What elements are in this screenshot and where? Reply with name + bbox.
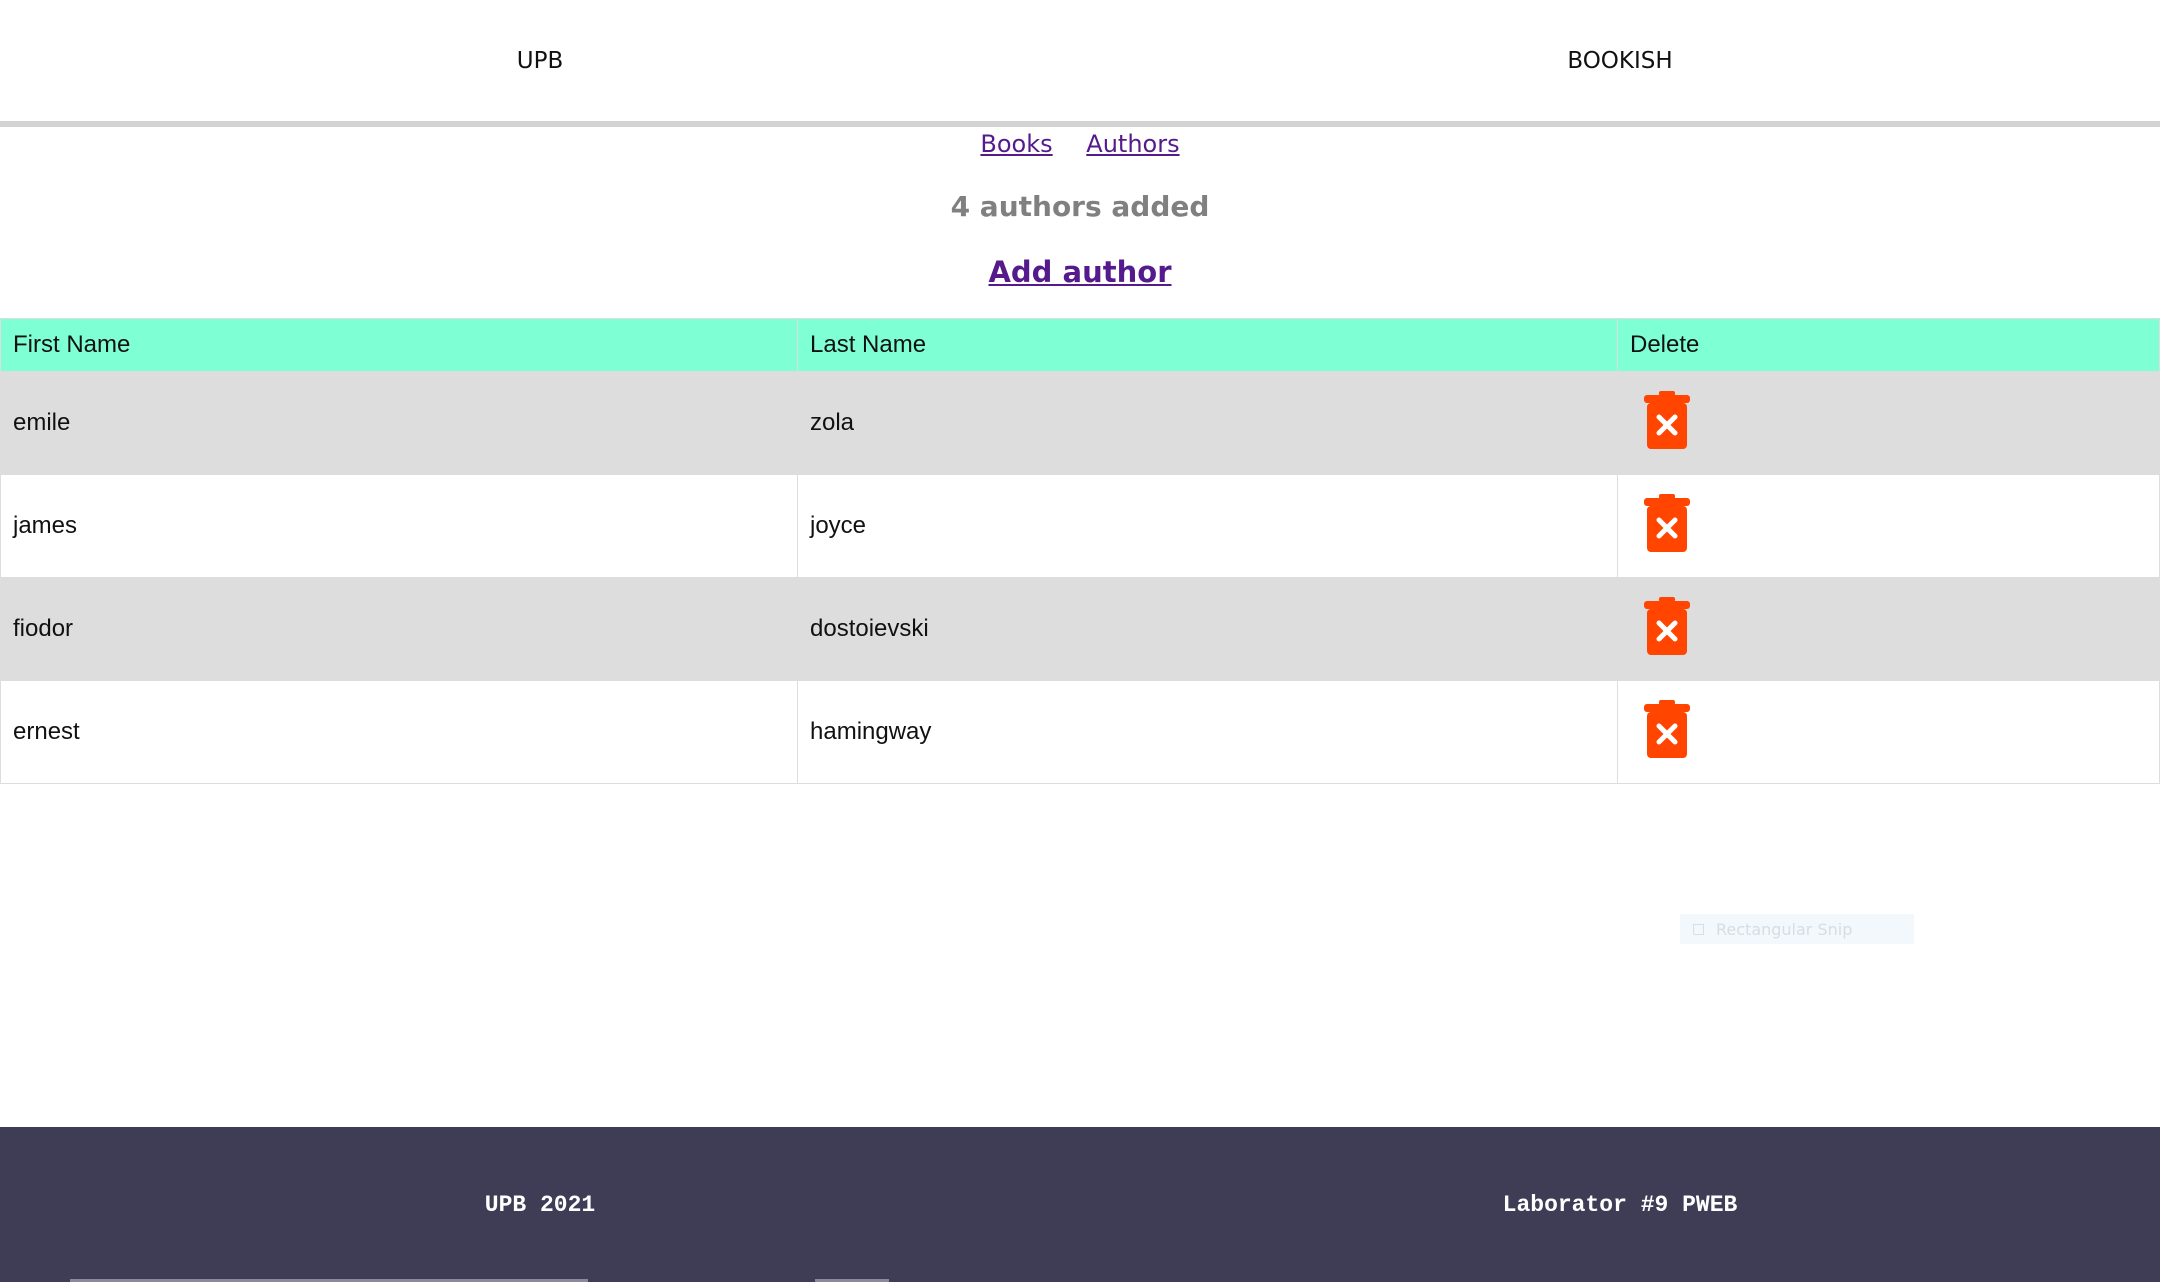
cell-delete: [1617, 577, 2160, 681]
rectangular-snip-tooltip: □ Rectangular Snip: [1680, 914, 1914, 944]
cell-last-name: joyce: [797, 474, 1618, 578]
footer-left-text: UPB 2021: [484, 1191, 596, 1218]
nav-link-books[interactable]: Books: [980, 130, 1052, 158]
header-left-title: UPB: [516, 47, 564, 74]
trash-delete-icon[interactable]: [1644, 596, 1690, 662]
site-header: UPB BOOKISH: [0, 0, 2160, 121]
cell-delete: [1617, 371, 2160, 475]
snip-icon: □: [1692, 921, 1706, 937]
cell-first-name: james: [0, 474, 798, 578]
table-row: emile zola: [0, 371, 2160, 475]
site-footer: UPB 2021 Laborator #9 PWEB: [0, 1127, 2160, 1282]
trash-delete-icon[interactable]: [1644, 699, 1690, 765]
header-right-title: BOOKISH: [1567, 47, 1673, 74]
page: UPB BOOKISH Books Authors 4 authors adde…: [0, 0, 2160, 1282]
header-divider: [0, 121, 2160, 127]
column-header-delete: Delete: [1617, 318, 2160, 372]
nav-link-authors[interactable]: Authors: [1086, 130, 1179, 158]
cell-first-name: emile: [0, 371, 798, 475]
cell-first-name: ernest: [0, 680, 798, 784]
column-header-first-name: First Name: [0, 318, 798, 372]
trash-delete-icon[interactable]: [1644, 493, 1690, 559]
authors-table: First Name Last Name Delete emile zola j…: [0, 318, 2160, 784]
table-row: james joyce: [0, 474, 2160, 578]
main-nav: Books Authors: [0, 130, 2160, 158]
table-row: fiodor dostoievski: [0, 577, 2160, 681]
cell-last-name: dostoievski: [797, 577, 1618, 681]
cell-last-name: hamingway: [797, 680, 1618, 784]
table-row: ernest hamingway: [0, 680, 2160, 784]
table-header-row: First Name Last Name Delete: [0, 318, 2160, 372]
cell-delete: [1617, 680, 2160, 784]
snip-label: Rectangular Snip: [1716, 919, 1853, 939]
cell-last-name: zola: [797, 371, 1618, 475]
trash-delete-icon[interactable]: [1644, 390, 1690, 456]
cell-delete: [1617, 474, 2160, 578]
authors-count: 4 authors added: [950, 190, 1210, 223]
footer-right-text: Laborator #9 PWEB: [1502, 1191, 1738, 1218]
cell-first-name: fiodor: [0, 577, 798, 681]
add-author-container: Add author: [0, 255, 2160, 289]
column-header-last-name: Last Name: [797, 318, 1618, 372]
add-author-link[interactable]: Add author: [988, 255, 1171, 289]
